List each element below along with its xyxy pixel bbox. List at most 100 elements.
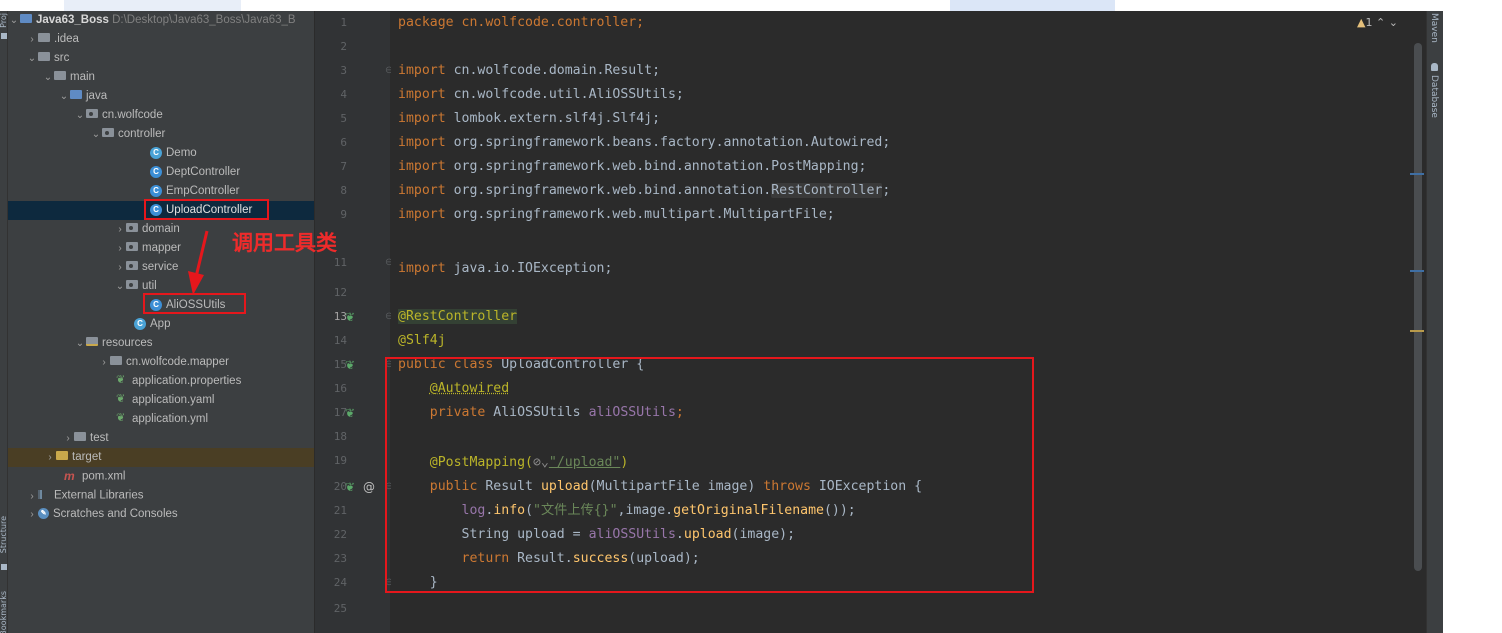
tree-item-project[interactable]: ⌄ Java63_Boss D:\Desktop\Java63_Boss\Java… <box>8 11 314 30</box>
autowired-bean-icon[interactable]: ❦ <box>345 401 355 425</box>
code-line: @Slf4j <box>398 333 446 348</box>
top-strip <box>0 0 1502 11</box>
editor-gutter: 1 2 3 4 5 6 7 8 9 11 12 13 14 15 16 17 1… <box>314 11 393 633</box>
spring-leaf-icon: ❦ <box>116 393 126 406</box>
highlight-box-uploadcontroller <box>144 199 269 220</box>
maven-icon: m <box>64 469 75 483</box>
top-strip-highlight <box>950 0 1115 11</box>
line-number: 12 <box>333 286 347 299</box>
chevron-down-icon[interactable]: ⌄ <box>26 49 38 68</box>
line-number: 13 <box>333 310 347 323</box>
chevron-right-icon[interactable]: › <box>114 239 126 258</box>
library-icon: ⫼ <box>38 490 43 501</box>
package-icon <box>126 242 138 252</box>
chevron-right-icon[interactable]: › <box>26 487 38 506</box>
tree-item-idea[interactable]: › .idea <box>8 30 314 49</box>
line-number: 25 <box>333 602 347 615</box>
tree-item-application-yaml[interactable]: ❦ application.yaml <box>8 391 314 410</box>
spring-leaf-icon: ❦ <box>116 412 126 425</box>
folder-icon <box>38 33 50 43</box>
line-number: 2 <box>340 40 347 53</box>
line-number: 17 <box>333 406 347 419</box>
chevron-right-icon[interactable]: › <box>62 429 74 448</box>
chevron-down-icon[interactable]: ⌄ <box>114 277 126 296</box>
folder-icon <box>110 356 122 366</box>
line-number: 6 <box>340 136 347 149</box>
package-icon <box>126 261 138 271</box>
scratches-icon: ✎ <box>38 508 49 520</box>
tree-item-external-libraries[interactable]: › ⫼ External Libraries <box>8 486 314 505</box>
project-tool-icon[interactable] <box>1 33 7 39</box>
folder-icon <box>54 71 66 81</box>
editor-scrollbar[interactable] <box>1414 43 1422 571</box>
line-number: 16 <box>333 382 347 395</box>
tree-item-test[interactable]: › test <box>8 429 314 448</box>
tree-item-target[interactable]: › target <box>8 448 314 467</box>
line-number: 4 <box>340 88 347 101</box>
line-number: 21 <box>333 504 347 517</box>
chevron-down-icon[interactable]: ⌄ <box>74 334 86 353</box>
chevron-down-icon[interactable]: ⌄ <box>8 11 20 30</box>
chevron-up-icon[interactable]: ⌃ <box>1376 16 1385 29</box>
maven-tool-label[interactable]: Maven <box>1429 13 1439 43</box>
chevron-right-icon[interactable]: › <box>114 258 126 277</box>
inspection-widget[interactable]: ▲1 ⌃ ⌄ <box>1357 11 1398 35</box>
spring-app-class-icon: C <box>134 317 146 330</box>
chevron-down-icon[interactable]: ⌄ <box>74 106 86 125</box>
resources-folder-icon <box>86 337 98 347</box>
tree-item-main[interactable]: ⌄ main <box>8 68 314 87</box>
tree-item-controller[interactable]: ⌄ controller <box>8 125 314 144</box>
class-icon: C <box>150 184 162 197</box>
line-number: 8 <box>340 184 347 197</box>
chevron-down-icon[interactable]: ⌄ <box>1389 16 1398 29</box>
spring-leaf-icon: ❦ <box>116 374 126 387</box>
chevron-right-icon[interactable]: › <box>98 353 110 372</box>
project-tree: ⌄ Java63_Boss D:\Desktop\Java63_Boss\Java… <box>8 11 314 633</box>
tree-item-application-yml[interactable]: ❦ application.yml <box>8 410 314 429</box>
line-number: 7 <box>340 160 347 173</box>
tree-item-pom-xml[interactable]: m pom.xml <box>8 467 314 486</box>
tree-item-demo[interactable]: C Demo <box>8 144 314 163</box>
tree-item-resources[interactable]: ⌄ resources <box>8 334 314 353</box>
chevron-right-icon[interactable]: › <box>26 505 38 524</box>
request-mapping-icon[interactable]: @ <box>363 475 375 499</box>
spring-bean-icon[interactable]: ❦ <box>345 353 355 377</box>
tree-item-service[interactable]: › service <box>8 258 314 277</box>
page-margin <box>1443 11 1502 633</box>
code-line: import cn.wolfcode.domain.Result; <box>398 63 661 78</box>
line-number: 15 <box>333 358 347 371</box>
tree-item-cn-wolfcode-mapper[interactable]: › cn.wolfcode.mapper <box>8 353 314 372</box>
spring-bean-icon[interactable]: ❦ <box>345 475 355 499</box>
chevron-down-icon[interactable]: ⌄ <box>42 68 54 87</box>
chevron-down-icon[interactable]: ⌄ <box>90 125 102 144</box>
tree-item-cn-wolfcode[interactable]: ⌄ cn.wolfcode <box>8 106 314 125</box>
database-icon[interactable] <box>1431 63 1438 71</box>
tree-item-src[interactable]: ⌄ src <box>8 49 314 68</box>
line-number: 23 <box>333 552 347 565</box>
package-icon <box>126 280 138 290</box>
line-number: 1 <box>340 16 347 29</box>
code-line: import org.springframework.web.bind.anno… <box>398 183 891 198</box>
structure-icon[interactable] <box>1 564 7 570</box>
line-number: 18 <box>333 430 347 443</box>
chevron-right-icon[interactable]: › <box>114 220 126 239</box>
tree-item-application-properties[interactable]: ❦ application.properties <box>8 372 314 391</box>
tree-item-scratches[interactable]: › ✎ Scratches and Consoles <box>8 505 314 524</box>
chevron-right-icon[interactable]: › <box>44 448 56 467</box>
tree-item-deptcontroller[interactable]: C DeptController <box>8 163 314 182</box>
line-number: 9 <box>340 208 347 221</box>
chevron-right-icon[interactable]: › <box>26 30 38 49</box>
database-tool-label[interactable]: Database <box>1429 75 1439 118</box>
project-folder-icon <box>20 14 32 24</box>
source-folder-icon <box>70 90 82 100</box>
spring-bean-icon[interactable]: ❦ <box>345 305 355 329</box>
tree-item-app[interactable]: C App <box>8 315 314 334</box>
chevron-down-icon[interactable]: ⌄ <box>58 87 70 106</box>
line-number: 22 <box>333 528 347 541</box>
tree-item-java[interactable]: ⌄ java <box>8 87 314 106</box>
line-number: 14 <box>333 334 347 347</box>
line-number: 5 <box>340 112 347 125</box>
line-number: 3 <box>340 64 347 77</box>
left-tool-strip: Proj Structure Bookmarks <box>0 11 8 633</box>
code-line: package cn.wolfcode.controller; <box>398 15 645 30</box>
